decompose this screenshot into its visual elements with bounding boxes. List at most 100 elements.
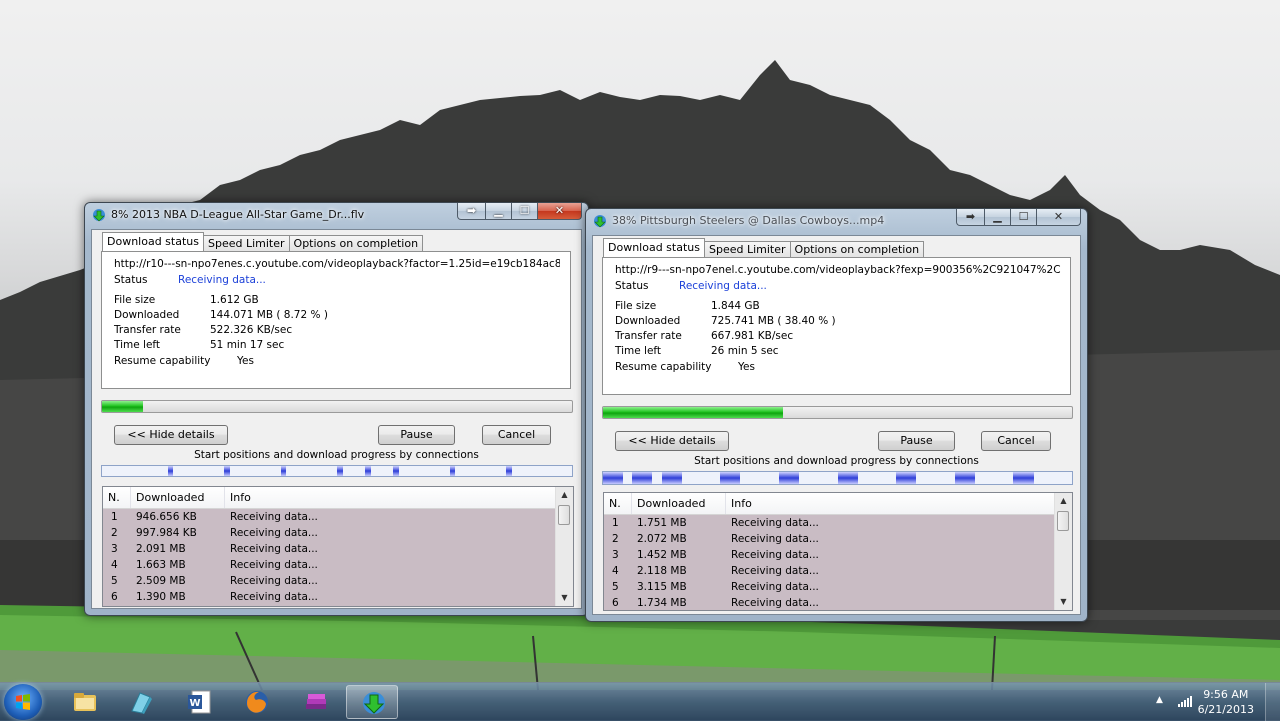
column-header-info[interactable]: Info: [225, 487, 556, 508]
connection-number: 2: [612, 533, 619, 545]
column-header-n[interactable]: N.: [604, 493, 632, 514]
taskbar-word[interactable]: W: [172, 685, 224, 719]
connection-number: 3: [111, 543, 118, 555]
window-2-maximize-button[interactable]: ☐: [1011, 209, 1037, 226]
downloaded-value: 144.071 MB ( 8.72 % ): [210, 309, 328, 321]
connection-number: 1: [612, 517, 619, 529]
status-value: Receiving data...: [679, 280, 767, 292]
scroll-down-arrow-icon[interactable]: ▼: [1055, 595, 1072, 609]
taskbar-pen-app[interactable]: [114, 685, 166, 719]
tab-speed-limiter[interactable]: Speed Limiter: [202, 235, 290, 251]
connection-downloaded: 1.390 MB: [136, 591, 186, 603]
file-size-value: 1.844 GB: [711, 300, 760, 312]
time-left-row: Time left 51 min 17 sec: [114, 339, 284, 351]
connection-number: 6: [612, 597, 619, 609]
internet-download-manager-icon: [363, 692, 385, 714]
connection-info: Receiving data...: [731, 533, 819, 545]
connection-segment: [280, 466, 287, 476]
connection-row[interactable]: 6 1.734 MB Receiving data...: [604, 595, 1055, 610]
download-status-panel: http://r10---sn-npo7enes.c.youtube.com/v…: [101, 251, 571, 389]
download-url: http://r9---sn-npo7enel.c.youtube.com/vi…: [615, 264, 1061, 276]
clock[interactable]: 9:56 AM 6/21/2013: [1198, 687, 1254, 717]
connection-segment: [720, 472, 741, 484]
scroll-down-arrow-icon[interactable]: ▼: [556, 591, 573, 605]
taskbar-firefox[interactable]: [230, 685, 282, 719]
start-button[interactable]: [4, 684, 42, 720]
downloaded-value: 725.741 MB ( 38.40 % ): [711, 315, 836, 327]
column-header-downloaded[interactable]: Downloaded: [632, 493, 726, 514]
window-2-titlebar[interactable]: 38% Pittsburgh Steelers @ Dallas Cowboys…: [586, 209, 1087, 233]
window-1-tabs: Download status Speed Limiter Options on…: [102, 232, 424, 251]
taskbar-books-app[interactable]: [289, 685, 341, 719]
taskbar-internet-download-manager[interactable]: [346, 685, 398, 719]
connection-row[interactable]: 6 1.390 MB Receiving data...: [103, 589, 556, 605]
window-2-download-panel-button[interactable]: ➡: [956, 209, 985, 226]
column-header-downloaded[interactable]: Downloaded: [131, 487, 225, 508]
clock-time: 9:56 AM: [1203, 688, 1249, 701]
show-desktop-button[interactable]: [1265, 683, 1280, 721]
connection-row[interactable]: 1 946.656 KB Receiving data...: [103, 509, 556, 525]
connection-segment: [337, 466, 343, 476]
connection-segment: [224, 466, 230, 476]
cancel-button[interactable]: Cancel: [981, 431, 1051, 451]
column-header-info[interactable]: Info: [726, 493, 1055, 514]
time-left-label: Time left: [114, 339, 161, 351]
tab-options-on-completion[interactable]: Options on completion: [789, 241, 925, 257]
window-2-minimize-button[interactable]: ▁: [985, 209, 1011, 226]
connections-list-scrollbar[interactable]: ▲ ▼: [1054, 493, 1072, 610]
hide-details-button[interactable]: << Hide details: [615, 431, 729, 451]
connection-row[interactable]: 2 997.984 KB Receiving data...: [103, 525, 556, 541]
close-icon: ✕: [554, 204, 565, 217]
connection-row[interactable]: 4 1.663 MB Receiving data...: [103, 557, 556, 573]
window-1-titlebar[interactable]: 8% 2013 NBA D-League All-Star Game_Dr...…: [85, 203, 588, 227]
hide-details-button[interactable]: << Hide details: [114, 425, 228, 445]
tab-download-status[interactable]: Download status: [102, 232, 204, 251]
connection-row[interactable]: 4 2.118 MB Receiving data...: [604, 563, 1055, 579]
column-header-n[interactable]: N.: [103, 487, 131, 508]
connection-row[interactable]: 3 2.091 MB Receiving data...: [103, 541, 556, 557]
taskbar: W ▲ 9:56 AM 6/21/2013: [0, 682, 1280, 721]
scroll-up-arrow-icon[interactable]: ▲: [556, 488, 573, 502]
scroll-up-arrow-icon[interactable]: ▲: [1055, 494, 1072, 508]
status-value: Receiving data...: [178, 274, 266, 286]
file-size-row: File size 1.612 GB: [114, 294, 259, 306]
window-1-minimize-button[interactable]: ▁: [486, 203, 512, 220]
taskbar-explorer[interactable]: [58, 685, 110, 719]
connections-list-scrollbar[interactable]: ▲ ▼: [555, 487, 573, 606]
window-1-maximize-button[interactable]: ☐: [512, 203, 538, 220]
connection-downloaded: 997.984 KB: [136, 527, 197, 539]
minimize-icon: ▁: [993, 210, 1002, 223]
connection-row[interactable]: 2 2.072 MB Receiving data...: [604, 531, 1055, 547]
transfer-rate-value: 522.326 KB/sec: [210, 324, 293, 336]
scrollbar-thumb[interactable]: [558, 505, 570, 525]
window-1-close-button[interactable]: ✕: [538, 203, 582, 220]
tab-speed-limiter[interactable]: Speed Limiter: [703, 241, 791, 257]
download-window-2[interactable]: 38% Pittsburgh Steelers @ Dallas Cowboys…: [585, 208, 1088, 622]
download-window-1[interactable]: 8% 2013 NBA D-League All-Star Game_Dr...…: [84, 202, 589, 616]
connections-list[interactable]: N. Downloaded Info 1 1.751 MB Receiving da…: [603, 492, 1073, 611]
pause-button[interactable]: Pause: [378, 425, 455, 445]
connections-caption: Start positions and download progress by…: [194, 449, 479, 461]
connections-list[interactable]: N. Downloaded Info 1 946.656 KB Receiving …: [102, 486, 574, 607]
resume-capability-value: Yes: [738, 361, 755, 373]
window-2-close-button[interactable]: ✕: [1037, 209, 1081, 226]
connection-row[interactable]: 3 1.452 MB Receiving data...: [604, 547, 1055, 563]
cancel-button[interactable]: Cancel: [482, 425, 551, 445]
connection-downloaded: 1.734 MB: [637, 597, 687, 609]
connection-row[interactable]: 5 2.509 MB Receiving data...: [103, 573, 556, 589]
connection-info: Receiving data...: [230, 591, 318, 603]
connection-info: Receiving data...: [731, 565, 819, 577]
tab-options-on-completion[interactable]: Options on completion: [288, 235, 424, 251]
show-hidden-icons-arrow-icon[interactable]: ▲: [1156, 695, 1163, 705]
pause-button[interactable]: Pause: [878, 431, 955, 451]
maximize-icon: ☐: [519, 204, 530, 217]
connection-row[interactable]: 5 3.115 MB Receiving data...: [604, 579, 1055, 595]
tab-download-status[interactable]: Download status: [603, 238, 705, 257]
scrollbar-thumb[interactable]: [1057, 511, 1069, 531]
pen-tablet-icon: [131, 692, 152, 714]
resume-capability-row: Resume capability Yes: [114, 355, 254, 367]
connection-row[interactable]: 1 1.751 MB Receiving data...: [604, 515, 1055, 531]
network-signal-icon[interactable]: [1178, 695, 1192, 707]
window-1-download-panel-button[interactable]: ➡: [457, 203, 486, 220]
idm-globe-icon: [594, 215, 606, 228]
